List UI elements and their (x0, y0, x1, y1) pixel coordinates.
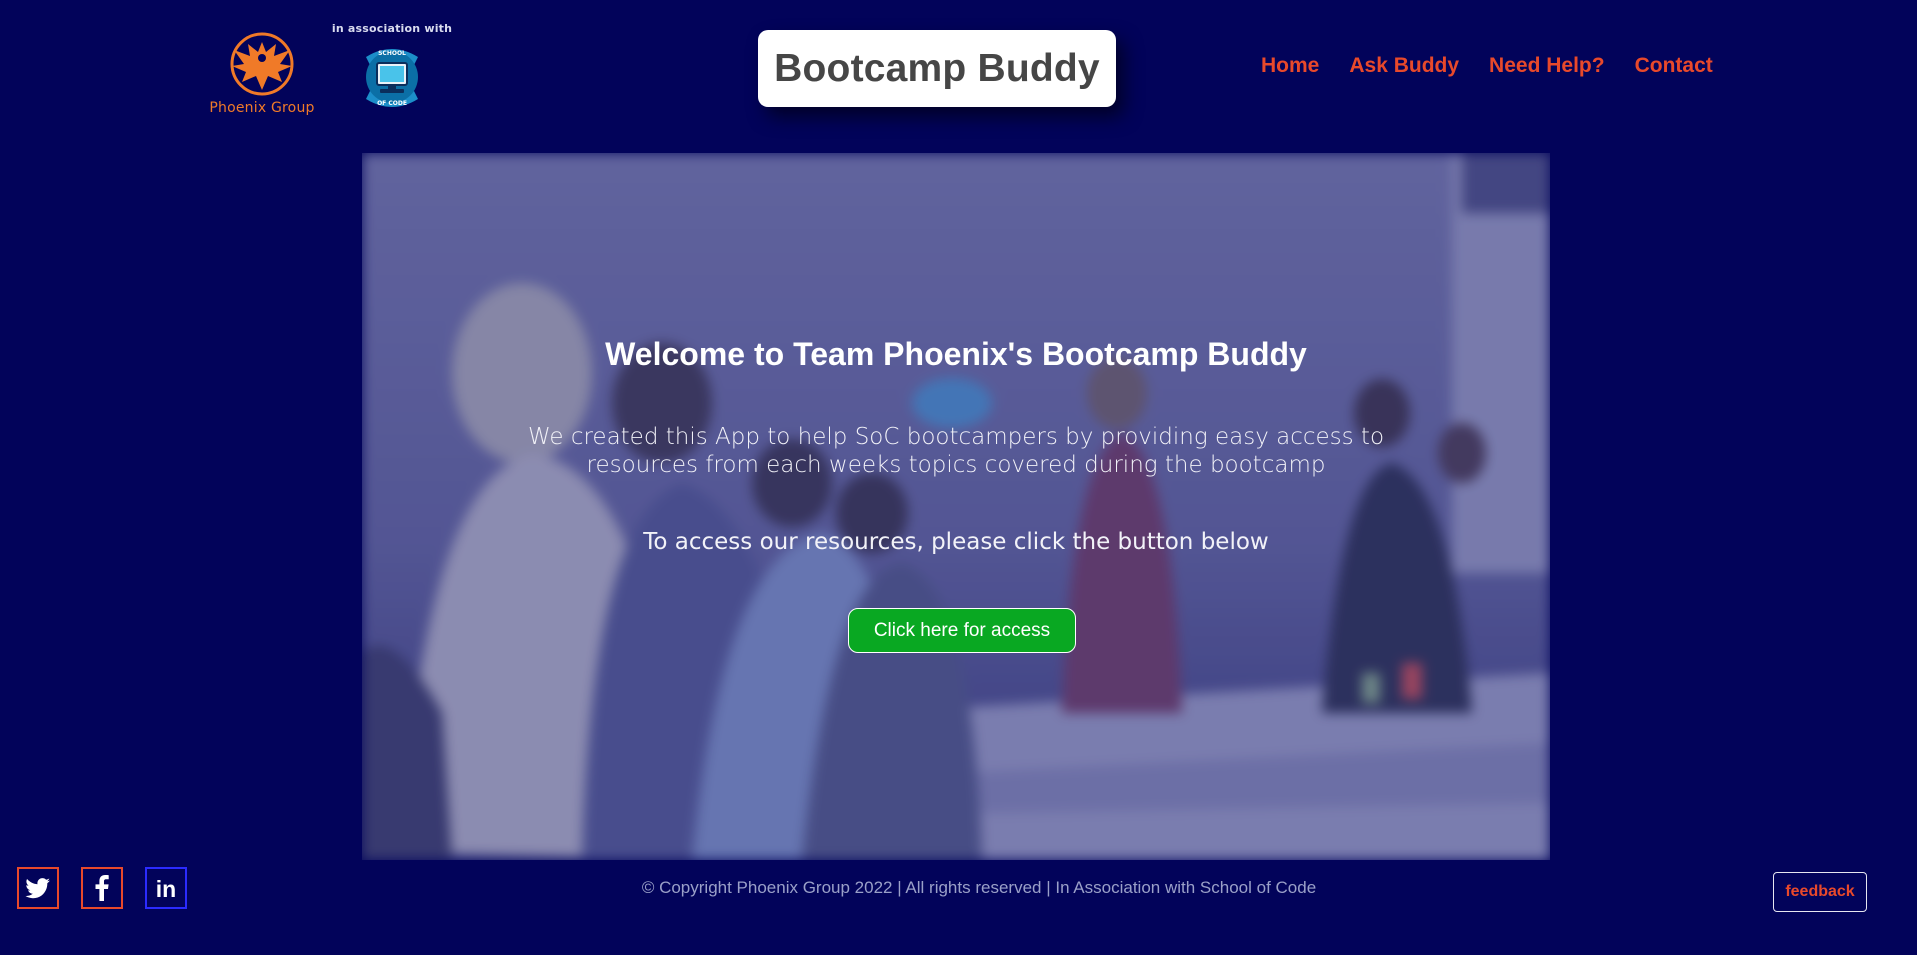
school-of-code-icon: SCHOOL OF CODE (366, 49, 418, 107)
access-button[interactable]: Click here for access (848, 608, 1076, 653)
phoenix-bird-icon (230, 32, 294, 96)
main-nav: Home Ask Buddy Need Help? Contact (1261, 54, 1713, 78)
site-title-box: Bootcamp Buddy (758, 30, 1116, 107)
hero-heading: Welcome to Team Phoenix's Bootcamp Buddy (605, 336, 1307, 372)
site-title: Bootcamp Buddy (774, 46, 1100, 90)
phoenix-group-logo[interactable]: Phoenix Group (206, 28, 318, 124)
logo-text: Phoenix Group (209, 100, 315, 116)
soc-logo-top-text: SCHOOL (378, 50, 406, 57)
feedback-button[interactable]: feedback (1773, 872, 1867, 912)
page: Phoenix Group in association with SCHOOL… (0, 0, 1917, 955)
nav-contact[interactable]: Contact (1635, 54, 1713, 78)
nav-home[interactable]: Home (1261, 54, 1319, 78)
association-text: in association with (331, 22, 453, 35)
copyright-text: © Copyright Phoenix Group 2022 | All rig… (641, 878, 1317, 897)
hero-section: Welcome to Team Phoenix's Bootcamp Buddy… (362, 153, 1550, 860)
nav-need-help[interactable]: Need Help? (1489, 54, 1605, 78)
soc-logo-bottom-text: OF CODE (377, 100, 407, 107)
hero-content: Welcome to Team Phoenix's Bootcamp Buddy… (362, 153, 1550, 860)
school-of-code-logo[interactable]: in association with SCHOOL OF CODE (332, 22, 452, 124)
nav-ask-buddy[interactable]: Ask Buddy (1349, 54, 1459, 78)
hero-access-text: To access our resources, please click th… (643, 529, 1269, 555)
hero-description: We created this App to help SoC bootcamp… (527, 424, 1385, 478)
